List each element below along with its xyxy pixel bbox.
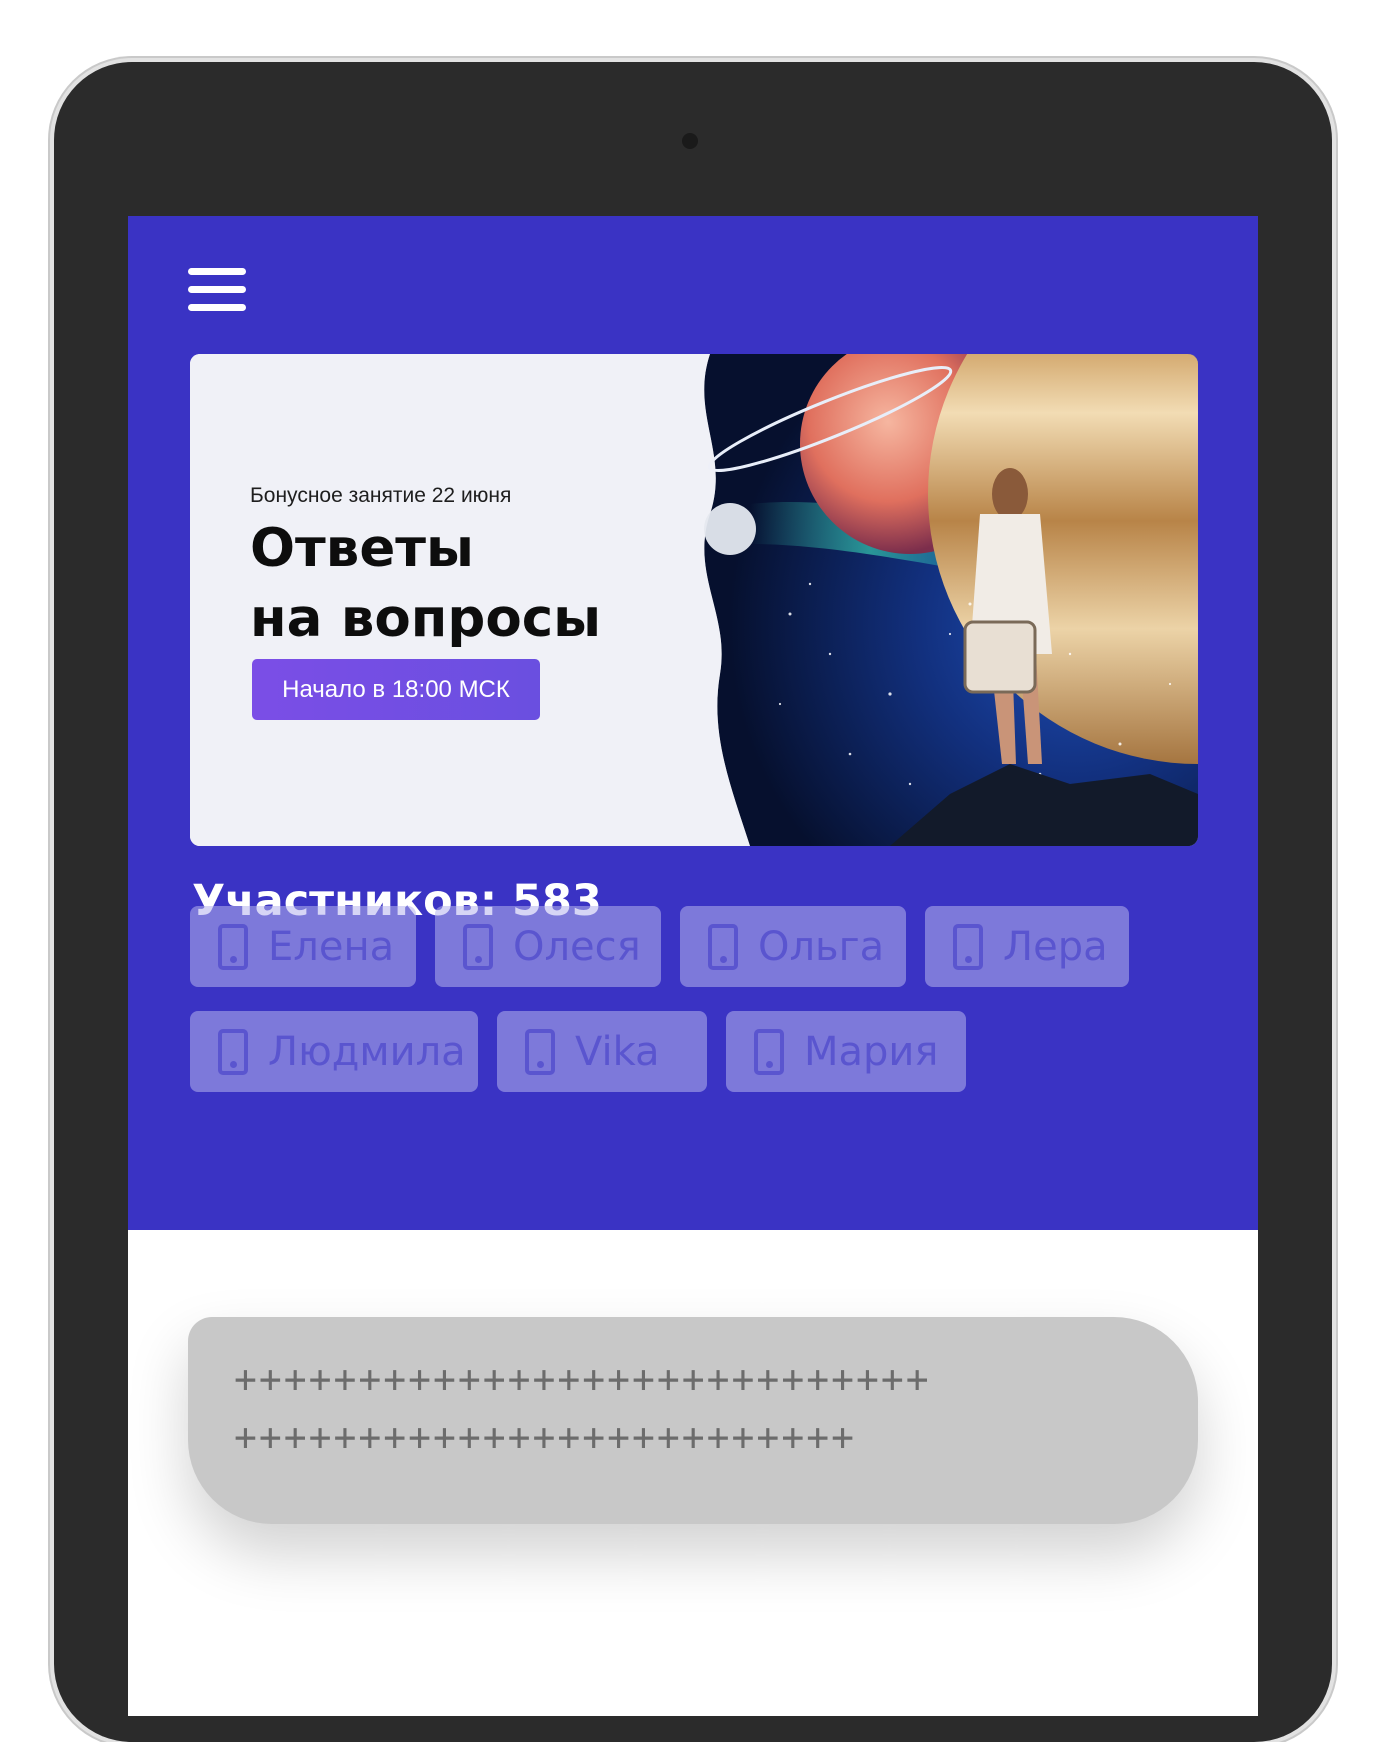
phone-icon <box>218 923 248 970</box>
banner-title-line-1: Ответы <box>250 518 474 579</box>
participant-chip[interactable]: Олеся <box>435 906 661 987</box>
hamburger-menu-icon[interactable] <box>188 268 246 312</box>
camera-icon <box>682 133 698 149</box>
app-screen: Бонусное занятие 22 июня Ответы на вопро… <box>128 216 1258 1716</box>
header-section: Бонусное занятие 22 июня Ответы на вопро… <box>128 216 1258 1230</box>
event-banner[interactable]: Бонусное занятие 22 июня Ответы на вопро… <box>190 354 1198 846</box>
participant-name: Олеся <box>513 923 641 970</box>
participant-name: Людмила <box>268 1028 466 1075</box>
banner-subtitle: Бонусное занятие 22 июня <box>250 484 512 507</box>
participant-chip[interactable]: Vika <box>497 1011 707 1092</box>
message-line-2: +++++++++++++++++++++++++ <box>234 1415 856 1459</box>
banner-title: Ответы на вопросы <box>250 514 601 654</box>
participant-name: Елена <box>268 923 395 970</box>
participant-chip[interactable]: Людмила <box>190 1011 478 1092</box>
participant-chip[interactable]: Елена <box>190 906 416 987</box>
participant-name: Мария <box>804 1028 939 1075</box>
participant-name: Ольга <box>758 923 885 970</box>
phone-icon <box>463 923 493 970</box>
phone-icon <box>708 923 738 970</box>
message-bubble: ++++++++++++++++++++++++++++ +++++++++++… <box>188 1317 1198 1524</box>
message-line-1: ++++++++++++++++++++++++++++ <box>234 1357 931 1401</box>
participant-chip[interactable]: Лера <box>925 906 1129 987</box>
participant-chip[interactable]: Ольга <box>680 906 906 987</box>
participant-chip[interactable]: Мария <box>726 1011 966 1092</box>
phone-icon <box>754 1028 784 1075</box>
participant-name: Vika <box>575 1028 660 1075</box>
phone-icon <box>525 1028 555 1075</box>
phone-icon <box>953 923 983 970</box>
participant-name: Лера <box>1003 923 1108 970</box>
start-time-button[interactable]: Начало в 18:00 МСК <box>252 659 540 720</box>
phone-icon <box>218 1028 248 1075</box>
banner-title-line-2: на вопросы <box>250 588 602 649</box>
